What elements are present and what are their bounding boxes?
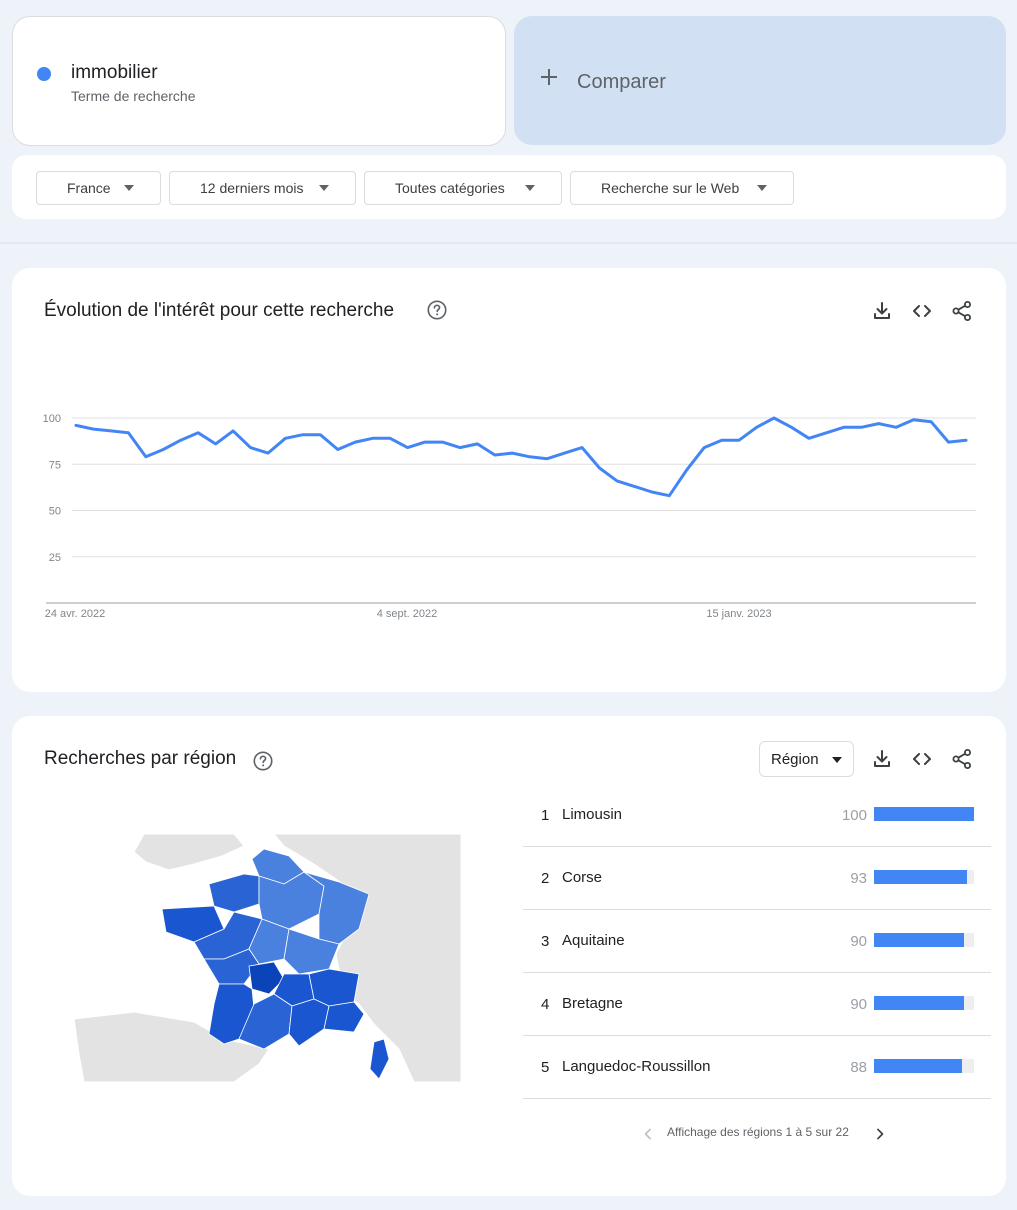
region-name: Corse [562,869,603,886]
filter-bar: France 12 derniers mois Toutes catégorie… [12,155,1006,219]
region-row[interactable]: 5 Languedoc-Roussillon 88 [523,1036,991,1099]
caret-down-icon [757,185,767,191]
y-tick-label: 50 [49,506,61,518]
chevron-right-icon[interactable] [870,1124,890,1144]
region-bar-fill [874,807,974,821]
y-tick-label: 25 [49,552,61,564]
region-value: 100 [841,807,867,824]
region-bar-track [874,996,974,1010]
region-dropdown-label: Région [771,750,819,768]
region-bar-track [874,933,974,947]
region-rank: 1 [541,807,550,824]
region-bar-fill [874,870,967,884]
series-line[interactable] [74,416,968,498]
region-resolution-dropdown[interactable]: Région [759,741,854,777]
share-icon[interactable] [950,747,974,771]
filter-location-label: France [67,180,111,196]
region-rank: 5 [541,1059,550,1076]
region-name: Languedoc-Roussillon [562,1058,711,1075]
x-tick-label: 4 sept. 2022 [377,608,438,620]
caret-down-icon [319,185,329,191]
region-rank: 2 [541,870,550,887]
region-row[interactable]: 3 Aquitaine 90 [523,910,991,973]
x-tick-label: 15 janv. 2023 [706,608,771,620]
region-bar-track [874,1059,974,1073]
region-bar-fill [874,1059,962,1073]
region-map[interactable] [74,834,461,1082]
region-row[interactable]: 2 Corse 93 [523,847,991,910]
region-name: Limousin [562,806,623,823]
caret-down-icon [525,185,535,191]
search-term-card[interactable]: immobilier Terme de recherche [12,16,506,146]
filter-time-range[interactable]: 12 derniers mois [169,171,356,205]
region-bar-track [874,870,974,884]
region-row[interactable]: 1 Limousin 100 [523,784,991,847]
help-icon[interactable] [252,750,274,772]
compare-button[interactable]: Comparer [514,16,1006,145]
download-icon[interactable] [870,747,894,771]
term-color-dot [37,67,51,81]
region-ranking-list: 1 Limousin 100 2 Corse 93 3 Aquitaine 90 4 Bretagn… [523,784,991,1099]
filter-category-label: Toutes catégories [395,180,505,196]
region-value: 93 [850,870,867,887]
y-tick-label: 100 [43,413,61,425]
filter-search-type-label: Recherche sur le Web [601,180,740,196]
region-value: 88 [850,1059,867,1076]
x-tick-label: 24 avr. 2022 [45,608,106,620]
filter-time-label: 12 derniers mois [200,180,304,196]
region-bar-track [874,807,974,821]
region-pager: Affichage des régions 1 à 5 sur 22 [638,1124,888,1144]
interest-line-chart: 100 75 50 25 24 avr. 2022 4 sept. 2022 15 janv… [43,413,976,620]
region-row[interactable]: 4 Bretagne 90 [523,973,991,1036]
interest-by-region-card: Recherches par région Région 1 Limousin … [12,716,1006,1196]
section-divider [0,242,1017,244]
caret-down-icon [832,757,842,763]
region-title: Recherches par région [44,748,237,769]
term-name: immobilier [71,62,158,83]
region-name: Bretagne [562,995,623,1012]
filter-category[interactable]: Toutes catégories [364,171,562,205]
pager-text: Affichage des régions 1 à 5 sur 22 [667,1125,849,1139]
compare-label: Comparer [577,71,666,93]
plus-icon [540,68,558,86]
region-rank: 3 [541,933,550,950]
caret-down-icon [124,185,134,191]
y-tick-label: 75 [49,459,61,471]
term-subtitle: Terme de recherche [71,88,196,104]
region-value: 90 [850,996,867,1013]
region-value: 90 [850,933,867,950]
region-rank: 4 [541,996,550,1013]
chevron-left-icon[interactable] [638,1124,658,1144]
filter-location[interactable]: France [36,171,161,205]
region-bar-fill [874,996,964,1010]
interest-over-time-card: Évolution de l'intérêt pour cette recher… [12,268,1006,692]
embed-icon[interactable] [910,747,934,771]
filter-search-type[interactable]: Recherche sur le Web [570,171,794,205]
region-name: Aquitaine [562,932,625,949]
region-bar-fill [874,933,964,947]
